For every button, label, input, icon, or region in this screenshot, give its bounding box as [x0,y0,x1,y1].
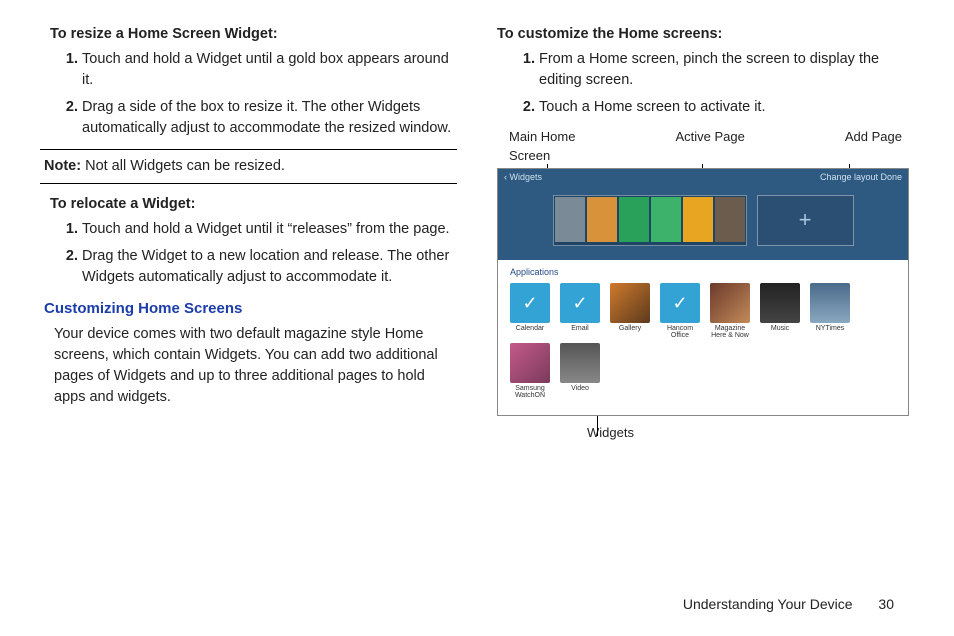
resize-step-1: Touch and hold a Widget until a gold box… [82,49,457,91]
callout-widgets: Widgets [587,424,914,443]
resize-heading: To resize a Home Screen Widget: [50,24,457,45]
app-row-2: Samsung WatchON Video [510,343,896,399]
figure-callouts: Main Home Screen Active Page Add Page [497,128,914,168]
figure-pager: + [498,187,908,260]
app-label: Email [560,325,600,339]
customize-steps: From a Home screen, pinch the screen to … [511,49,914,118]
note-text: Not all Widgets can be resized. [81,158,285,174]
applications-panel: Applications ✓ Calendar ✓ Email Gallery ✓ H… [498,260,908,415]
app-item: Gallery [610,283,650,339]
app-item: Video [560,343,600,399]
app-tile [710,283,750,323]
customize-step-2: Touch a Home screen to activate it. [539,97,914,118]
app-item: ✓ Calendar [510,283,550,339]
figure-top-right: Change layout Done [820,171,902,184]
thumb-tile [555,197,585,242]
app-tile [760,283,800,323]
thumb-tile [587,197,617,242]
app-label: Samsung WatchON [510,385,550,399]
section-title-customizing: Customizing Home Screens [44,298,457,320]
app-label: Video [560,385,600,399]
relocate-step-1: Touch and hold a Widget until it “releas… [82,219,457,240]
callout-add-page: Add Page [845,128,902,166]
app-item: Music [760,283,800,339]
app-tile: ✓ [510,283,550,323]
section-body: Your device comes with two default magaz… [54,324,457,408]
note-box: Note: Not all Widgets can be resized. [40,149,457,184]
callout-active-page: Active Page [675,128,744,166]
app-label: Hancom Office [660,325,700,339]
applications-label: Applications [510,266,896,279]
thumb-tile [683,197,713,242]
app-item: ✓ Hancom Office [660,283,700,339]
page-footer: Understanding Your Device 30 [683,596,894,612]
resize-steps: Touch and hold a Widget until a gold box… [54,49,457,139]
footer-page-number: 30 [878,596,894,612]
add-page-pane: + [757,195,854,246]
app-tile [560,343,600,383]
right-column: To customize the Home screens: From a Ho… [497,24,914,443]
app-tile [610,283,650,323]
app-item: Samsung WatchON [510,343,550,399]
callout-main-home: Main Home Screen [509,128,575,166]
customize-step-1: From a Home screen, pinch the screen to … [539,49,914,91]
figure-screenshot: ‹ Widgets Change layout Done + [497,168,909,416]
app-label: Calendar [510,325,550,339]
app-row-1: ✓Calendar ✓Email Gallery ✓Hancom Office … [510,283,896,339]
app-label: NYTimes [810,325,850,339]
thumb-tile [619,197,649,242]
app-label: Gallery [610,325,650,339]
relocate-steps: Touch and hold a Widget until it “releas… [54,219,457,288]
footer-section: Understanding Your Device [683,596,853,612]
app-item: Magazine Here & Now [710,283,750,339]
resize-step-2: Drag a side of the box to resize it. The… [82,97,457,139]
left-column: To resize a Home Screen Widget: Touch an… [40,24,457,443]
figure-topbar: ‹ Widgets Change layout Done [498,169,908,187]
app-item: ✓ Email [560,283,600,339]
app-label: Music [760,325,800,339]
note-label: Note: [44,158,81,174]
app-label: Magazine Here & Now [710,325,750,339]
customize-heading: To customize the Home screens: [497,24,914,45]
thumb-tile [651,197,681,242]
app-tile: ✓ [560,283,600,323]
app-tile [810,283,850,323]
app-item: NYTimes [810,283,850,339]
relocate-step-2: Drag the Widget to a new location and re… [82,246,457,288]
relocate-heading: To relocate a Widget: [50,194,457,215]
figure-top-left: ‹ Widgets [504,171,542,184]
thumb-tile [715,197,745,242]
home-screen-thumbs [553,195,747,246]
app-tile [510,343,550,383]
app-tile: ✓ [660,283,700,323]
